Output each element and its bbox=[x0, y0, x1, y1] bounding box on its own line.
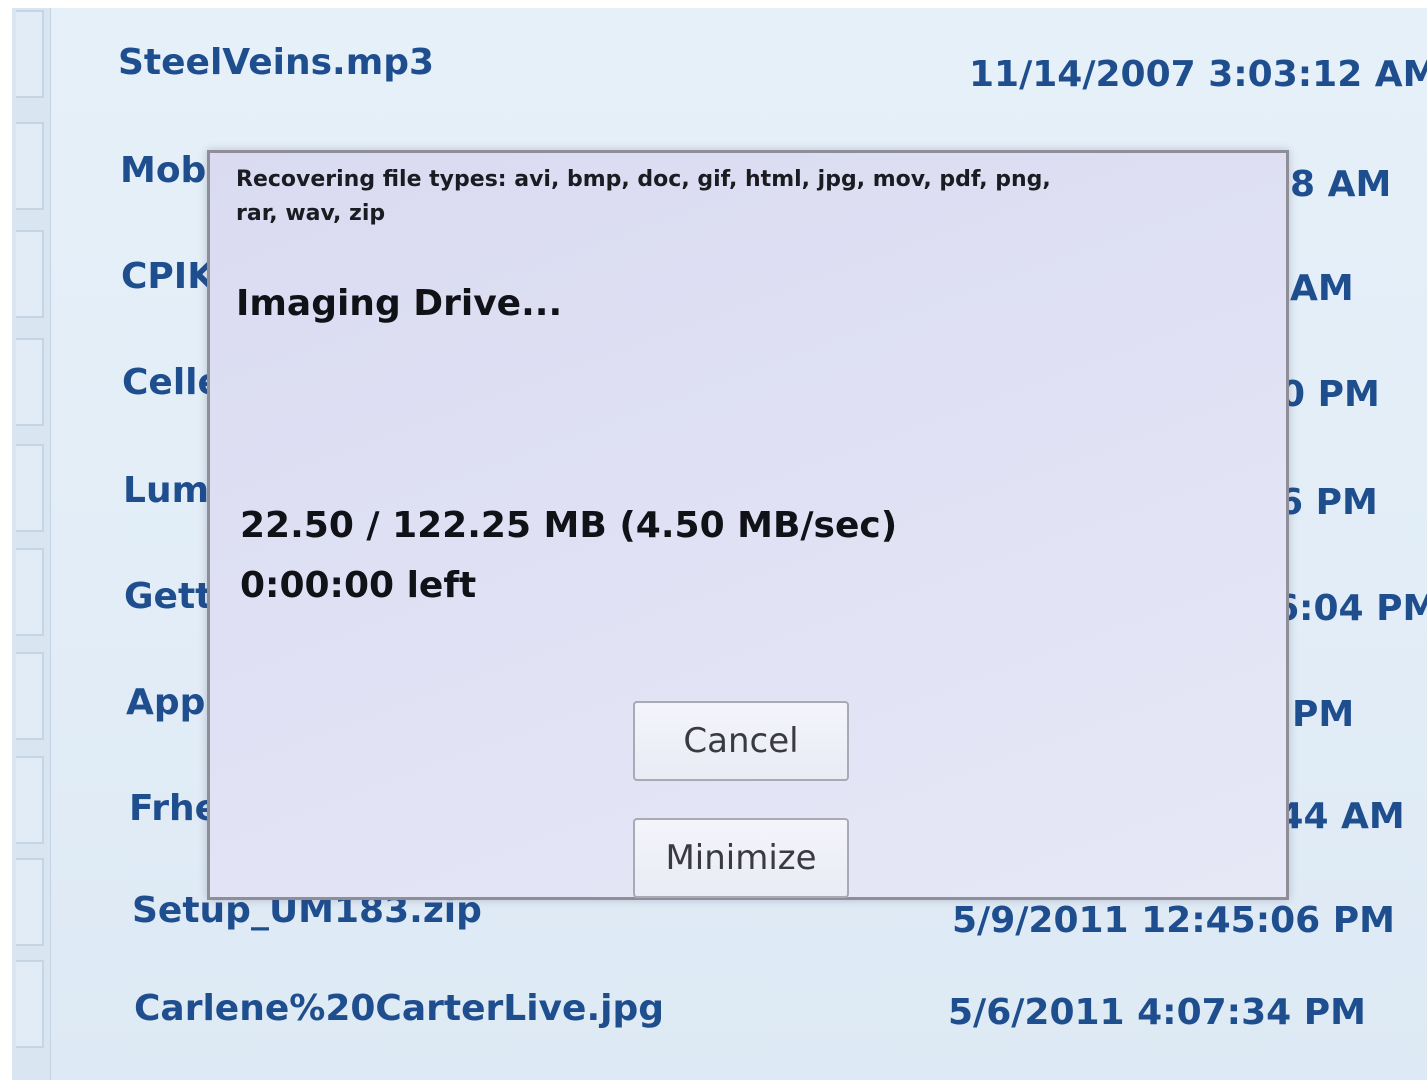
file-date: AM bbox=[1290, 268, 1354, 309]
file-date: 6 PM bbox=[1278, 482, 1378, 523]
file-name: Appl bbox=[126, 682, 218, 723]
time-left-label: 0:00:00 left bbox=[240, 565, 477, 606]
recovery-progress-dialog: Recovering file types: avi, bmp, doc, gi… bbox=[207, 150, 1289, 900]
file-name: Mob bbox=[120, 150, 207, 191]
file-date: 6:04 PM bbox=[1274, 588, 1427, 629]
file-types-label: Recovering file types: avi, bmp, doc, gi… bbox=[236, 167, 1051, 226]
file-name: SteelVeins.mp3 bbox=[118, 42, 435, 83]
file-date: 11/14/2007 3:03:12 AM bbox=[969, 54, 1427, 95]
file-date: 5/9/2011 12:45:06 PM bbox=[952, 900, 1395, 941]
file-row[interactable]: Carlene%20CarterLive.jpg 5/6/2011 4:07:3… bbox=[12, 962, 1427, 1066]
cancel-button[interactable]: Cancel bbox=[633, 701, 849, 781]
progress-text: 22.50 / 122.25 MB (4.50 MB/sec) bbox=[240, 505, 898, 546]
file-name: Frhe bbox=[129, 788, 220, 829]
file-date: PM bbox=[1292, 694, 1355, 735]
status-title: Imaging Drive... bbox=[236, 283, 563, 324]
file-row[interactable]: SteelVeins.mp3 11/14/2007 3:03:12 AM bbox=[12, 8, 1427, 112]
minimize-button[interactable]: Minimize bbox=[633, 818, 849, 898]
file-date: 0 PM bbox=[1280, 374, 1380, 415]
file-date: 5/6/2011 4:07:34 PM bbox=[948, 992, 1366, 1033]
file-name: Carlene%20CarterLive.jpg bbox=[134, 988, 664, 1029]
file-name: CPIK bbox=[121, 256, 216, 297]
file-date: 8 AM bbox=[1290, 164, 1392, 205]
